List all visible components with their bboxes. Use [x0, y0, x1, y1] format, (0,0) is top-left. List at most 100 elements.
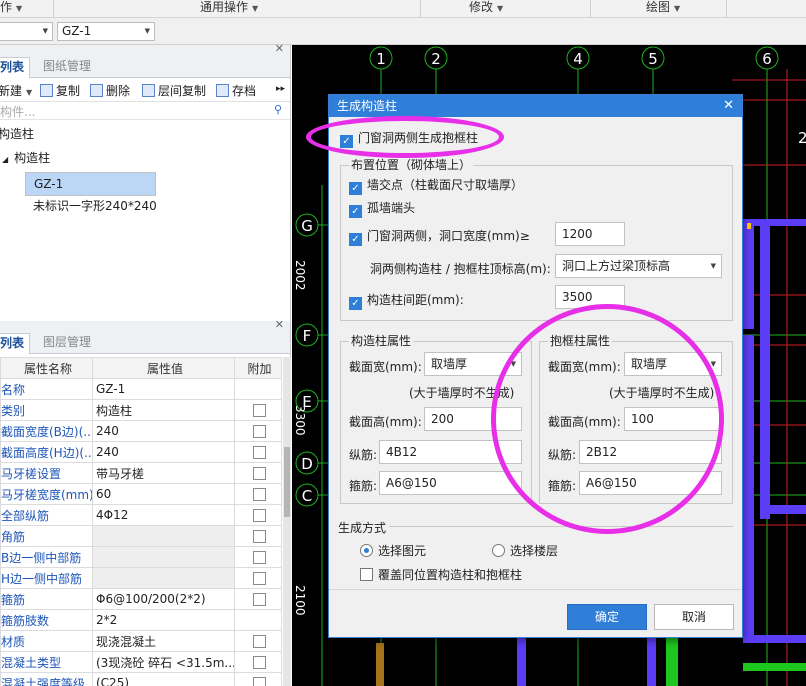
table-row[interactable]: 混凝土强度等级 (C25) — [0, 672, 282, 686]
table-row[interactable]: 箍筋肢数 2*2 — [0, 609, 282, 631]
checkbox-checked-icon[interactable]: ✓ — [349, 205, 362, 218]
col-width-select[interactable]: 取墙厚 ▼ — [424, 352, 522, 376]
checkbox-icon[interactable] — [253, 425, 266, 438]
scrollbar-thumb[interactable] — [284, 447, 290, 517]
tree-root[interactable]: 构造柱 — [0, 124, 34, 144]
table-row[interactable]: B边一侧中部筋 — [0, 546, 282, 568]
radio-select-elements[interactable]: 选择图元 — [360, 542, 426, 559]
table-row[interactable]: 截面高度(H边)(... 240 — [0, 441, 282, 463]
dialog-title-bar[interactable]: 生成构造柱 ✕ — [329, 95, 742, 117]
property-value[interactable]: (C25) — [92, 672, 235, 686]
component-search[interactable]: 构件... ⚲ — [0, 102, 290, 120]
close-icon[interactable]: ✕ — [275, 42, 284, 55]
property-value[interactable] — [92, 525, 235, 547]
checkbox-icon[interactable] — [253, 467, 266, 480]
search-icon[interactable]: ⚲ — [274, 103, 282, 116]
tree-node-group[interactable]: ◢ 构造柱 — [2, 148, 50, 168]
collapse-icon[interactable]: ◢ — [2, 155, 8, 164]
frame-long-bar-input[interactable]: 2B12 — [579, 440, 722, 464]
checkbox-checked-icon[interactable]: ✓ — [349, 182, 362, 195]
table-row[interactable]: 材质 现浇混凝土 — [0, 630, 282, 652]
table-row[interactable]: 全部纵筋 4Φ12 — [0, 504, 282, 526]
checkbox-unchecked-icon[interactable] — [360, 568, 373, 581]
checkbox-icon[interactable] — [253, 488, 266, 501]
checkbox-checked-icon[interactable]: ✓ — [340, 135, 353, 148]
radio-selected-icon[interactable] — [360, 544, 373, 557]
menu-modify[interactable]: 修改 ▼ — [469, 0, 503, 18]
property-value[interactable]: 构造柱 — [92, 399, 235, 421]
col-height-input[interactable]: 200 — [424, 407, 522, 431]
tab-component-list[interactable]: 列表 — [0, 57, 31, 78]
col-stirrup-input[interactable]: A6@150 — [379, 471, 522, 495]
copy-button[interactable]: 复制 — [40, 82, 80, 99]
radio-unselected-icon[interactable] — [492, 544, 505, 557]
table-row[interactable]: H边一侧中部筋 — [0, 567, 282, 589]
property-value[interactable]: 60 — [92, 483, 235, 505]
checkbox-icon[interactable] — [253, 404, 266, 417]
property-value[interactable]: GZ-1 — [92, 378, 235, 400]
checkbox-icon[interactable] — [253, 509, 266, 522]
checkbox-checked-icon[interactable]: ✓ — [349, 233, 362, 246]
tab-layer-management[interactable]: 图层管理 — [38, 333, 96, 354]
checkbox-icon[interactable] — [253, 446, 266, 459]
delete-button[interactable]: 删除 — [90, 82, 130, 99]
frame-stirrup-input[interactable]: A6@150 — [579, 471, 722, 495]
property-value[interactable] — [92, 546, 235, 568]
isolated-wall-end-checkbox[interactable]: ✓ 孤墙端头 — [349, 199, 415, 218]
opening-sides-checkbox[interactable]: ✓ 门窗洞两侧，洞口宽度(mm)≥ — [349, 227, 530, 246]
spacing-input[interactable]: 3500 — [555, 285, 625, 309]
radio-select-floors[interactable]: 选择楼层 — [492, 542, 558, 559]
table-row[interactable]: 名称 GZ-1 — [0, 378, 282, 400]
frame-height-input[interactable]: 100 — [624, 407, 722, 431]
tree-item-unidentified[interactable]: 未标识一字形240*240 — [33, 196, 157, 216]
close-icon[interactable]: ✕ — [723, 95, 734, 117]
component-name-select[interactable]: GZ-1 ▼ — [57, 22, 155, 41]
close-icon[interactable]: ✕ — [275, 318, 284, 331]
checkbox-icon[interactable] — [253, 572, 266, 585]
top-elevation-select[interactable]: 洞口上方过梁顶标高 ▼ — [555, 254, 722, 278]
menu-operation[interactable]: 作 ▼ — [0, 0, 22, 18]
menu-common-operations[interactable]: 通用操作 ▼ — [200, 0, 258, 18]
table-row[interactable]: 马牙槎宽度(mm) 60 — [0, 483, 282, 505]
tab-property-list[interactable]: 列表 — [0, 333, 31, 354]
new-button[interactable]: 新建 ▼ — [0, 82, 32, 99]
tree-item-selected[interactable]: GZ-1 — [25, 172, 156, 196]
table-row[interactable]: 混凝土类型 (3现浇砼 碎石 <31.5m... — [0, 651, 282, 673]
col-long-bar-input[interactable]: 4B12 — [379, 440, 522, 464]
property-value[interactable]: (3现浇砼 碎石 <31.5m... — [92, 651, 235, 673]
overwrite-checkbox[interactable]: 覆盖同位置构造柱和抱框柱 — [360, 566, 522, 583]
ok-button[interactable]: 确定 — [567, 604, 647, 630]
table-row[interactable]: 类别 构造柱 — [0, 399, 282, 421]
table-row[interactable]: 截面宽度(B边)(... 240 — [0, 420, 282, 442]
property-value[interactable]: Φ6@100/200(2*2) — [92, 588, 235, 610]
property-value[interactable]: 带马牙槎 — [92, 462, 235, 484]
checkbox-icon[interactable] — [253, 635, 266, 648]
more-icon[interactable]: ▸▸ — [276, 84, 285, 94]
table-row[interactable]: 箍筋 Φ6@100/200(2*2) — [0, 588, 282, 610]
component-type-select[interactable]: ▼ — [0, 22, 53, 41]
property-value[interactable]: 4Φ12 — [92, 504, 235, 526]
property-scrollbar[interactable] — [283, 357, 291, 686]
frame-column-checkbox[interactable]: ✓ 门窗洞两侧生成抱框柱 — [340, 129, 478, 148]
search-input[interactable]: 构件... — [0, 103, 35, 120]
spacing-checkbox[interactable]: ✓ 构造柱间距(mm): — [349, 291, 464, 310]
checkbox-checked-icon[interactable]: ✓ — [349, 297, 362, 310]
cancel-button[interactable]: 取消 — [654, 604, 734, 630]
opening-width-input[interactable]: 1200 — [555, 222, 625, 246]
frame-width-select[interactable]: 取墙厚 ▼ — [624, 352, 722, 376]
property-value[interactable]: 现浇混凝土 — [92, 630, 235, 652]
checkbox-icon[interactable] — [253, 656, 266, 669]
tab-drawing-management[interactable]: 图纸管理 — [38, 57, 96, 78]
property-value[interactable]: 240 — [92, 441, 235, 463]
floor-copy-button[interactable]: 层间复制 — [142, 82, 206, 99]
checkbox-icon[interactable] — [253, 551, 266, 564]
checkbox-icon[interactable] — [253, 593, 266, 606]
property-value[interactable] — [92, 567, 235, 589]
property-value[interactable]: 240 — [92, 420, 235, 442]
save-button[interactable]: 存档 — [216, 82, 256, 99]
table-row[interactable]: 马牙槎设置 带马牙槎 — [0, 462, 282, 484]
menu-draw[interactable]: 绘图 ▼ — [646, 0, 680, 18]
checkbox-icon[interactable] — [253, 530, 266, 543]
table-row[interactable]: 角筋 — [0, 525, 282, 547]
wall-intersection-checkbox[interactable]: ✓ 墙交点（柱截面尺寸取墙厚） — [349, 176, 523, 195]
